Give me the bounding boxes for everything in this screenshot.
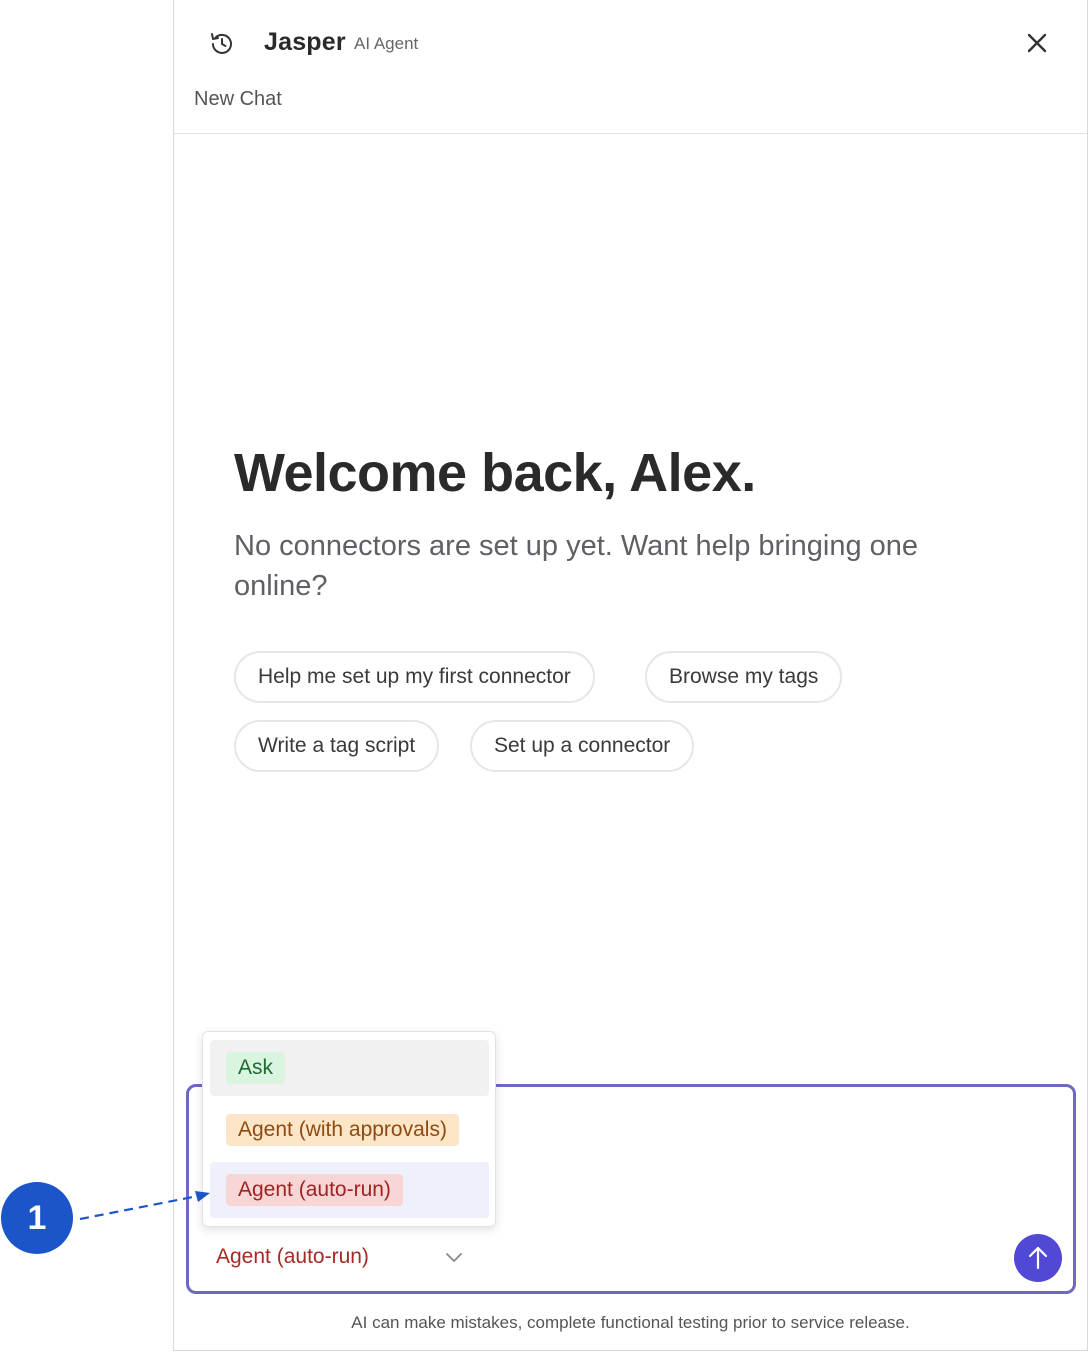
- app-name: Jasper: [264, 28, 346, 56]
- suggestion-chip-first-connector[interactable]: Help me set up my first connector: [234, 651, 595, 703]
- suggestion-chip-browse-tags[interactable]: Browse my tags: [645, 651, 843, 703]
- arrow-up-icon: [1028, 1246, 1048, 1270]
- history-icon[interactable]: [208, 30, 236, 58]
- send-button[interactable]: [1014, 1234, 1062, 1282]
- callout-arrow: [79, 1191, 210, 1221]
- suggestion-chip-tag-script[interactable]: Write a tag script: [234, 720, 440, 772]
- mode-option-agent-auto-run[interactable]: Agent (auto-run): [210, 1162, 489, 1218]
- chat-title: New Chat: [194, 88, 282, 110]
- chat-header: Jasper AI Agent New Chat: [174, 0, 1087, 134]
- step-marker: 1: [1, 1182, 73, 1254]
- disclaimer-text: AI can make mistakes, complete functiona…: [351, 1313, 910, 1332]
- app-badge: AI Agent: [354, 34, 419, 53]
- close-icon[interactable]: [1024, 30, 1050, 56]
- chevron-down-icon[interactable]: [444, 1247, 464, 1267]
- welcome-heading: Welcome back, Alex.: [234, 443, 756, 503]
- welcome-subtitle: No connectors are set up yet. Want help …: [234, 530, 919, 602]
- mode-option-ask[interactable]: Ask: [210, 1040, 489, 1096]
- mode-option-label: Agent (with approvals): [226, 1114, 459, 1146]
- suggestion-chip-setup-connector[interactable]: Set up a connector: [470, 720, 695, 772]
- chat-panel: Jasper AI Agent New Chat Welcome back, A…: [173, 0, 1088, 1351]
- mode-dropdown: Ask Agent (with approvals) Agent (auto-r…: [202, 1031, 496, 1227]
- mode-select[interactable]: Agent (auto-run): [216, 1245, 369, 1269]
- mode-option-label: Ask: [226, 1052, 286, 1084]
- mode-option-agent-approvals[interactable]: Agent (with approvals): [210, 1102, 489, 1158]
- mode-option-label: Agent (auto-run): [226, 1174, 403, 1206]
